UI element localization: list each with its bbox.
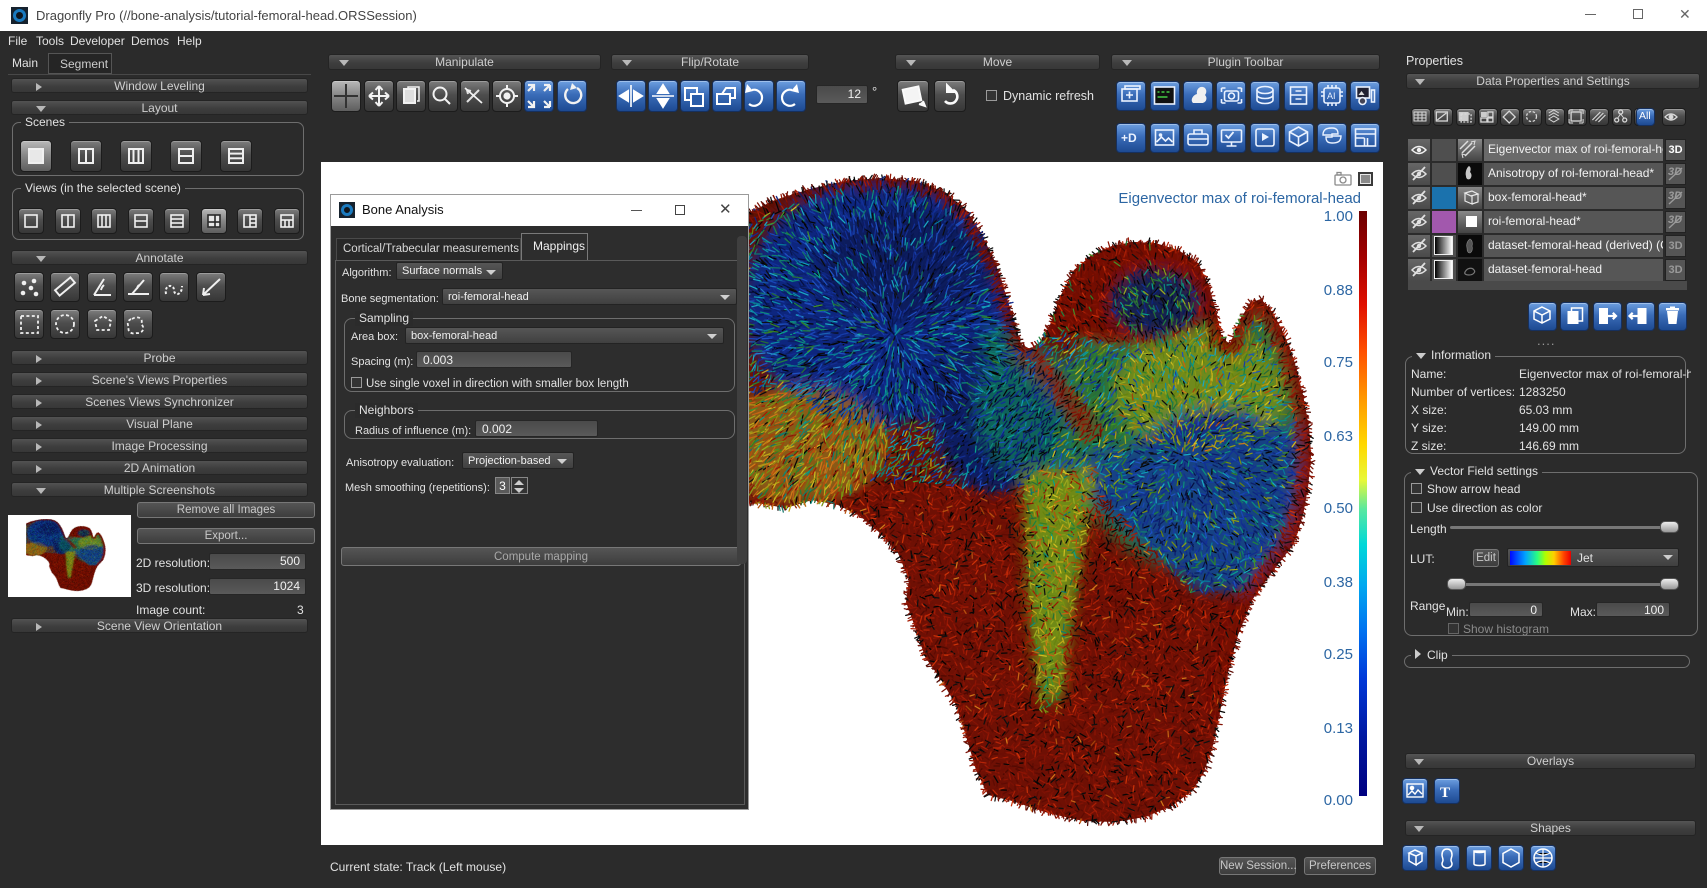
svg-text:T: T bbox=[1440, 785, 1450, 801]
svg-text:AI: AI bbox=[1327, 91, 1336, 101]
svg-text:+D: +D bbox=[1121, 131, 1137, 145]
